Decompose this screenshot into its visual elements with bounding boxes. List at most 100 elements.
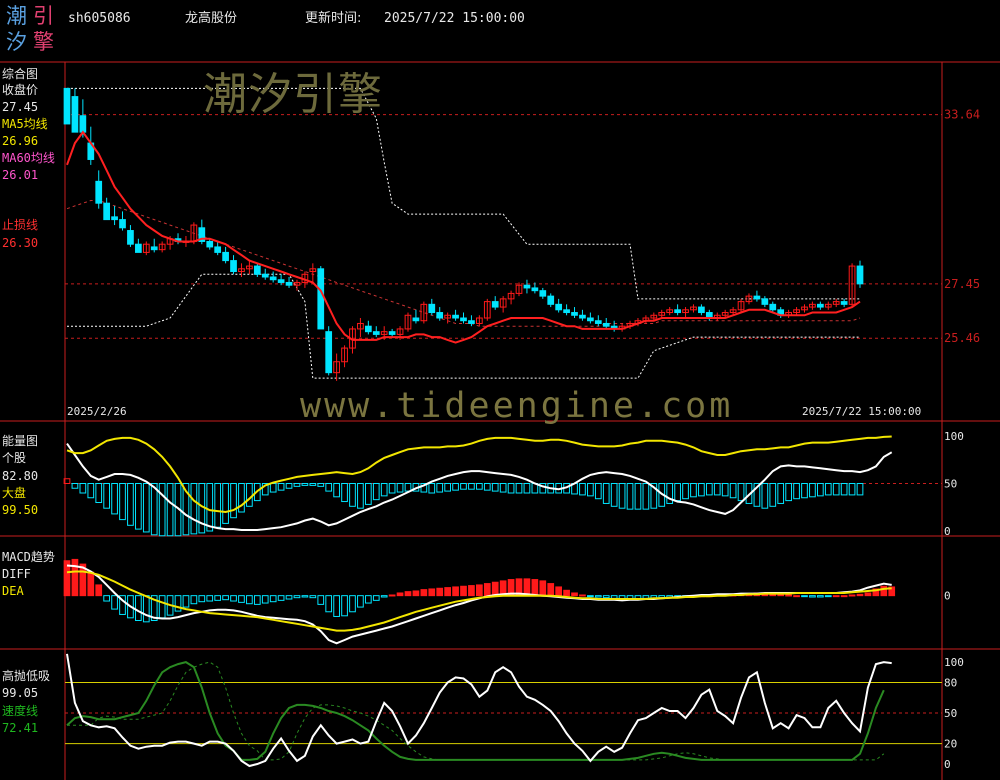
energy-bar <box>95 483 103 503</box>
candle-body <box>753 295 761 300</box>
macd-hist-bar <box>206 595 214 602</box>
candle-body <box>587 317 594 322</box>
candle-body <box>119 219 126 229</box>
candle-body <box>135 243 142 253</box>
energy-bar <box>285 483 293 489</box>
energy-bar <box>277 483 285 491</box>
macd-hist-bar <box>142 595 150 623</box>
main-legend-item: MA5均线 <box>2 117 48 131</box>
macd-hist-bar <box>832 595 840 598</box>
price-level-label: 33.64 <box>944 108 980 122</box>
candle-body <box>150 246 158 251</box>
macd-hist-bar <box>238 595 245 603</box>
energy-tick-label: 100 <box>944 430 964 443</box>
osc-tick-label: 80 <box>944 676 957 689</box>
candle-body <box>372 331 380 335</box>
candle-body <box>206 240 214 248</box>
candle-body <box>523 284 531 289</box>
macd-hist-bar <box>95 584 103 597</box>
macd-hist-bar <box>357 595 364 608</box>
energy-bar <box>158 483 166 537</box>
energy-bar <box>269 483 277 493</box>
macd-hist-bar <box>269 595 277 603</box>
osc-tick-label: 50 <box>944 707 957 720</box>
energy-bar <box>816 483 824 497</box>
candle-body <box>63 87 71 125</box>
macd-hist-bar <box>309 595 317 599</box>
energy-title: 能量图 <box>2 434 39 448</box>
energy-bar <box>483 483 491 491</box>
macd-hist-bar <box>198 595 206 603</box>
macd-hist-bar <box>491 581 499 597</box>
band-upper-line <box>67 87 860 300</box>
energy-bar <box>682 483 689 500</box>
candle-body <box>325 331 333 374</box>
energy-bar <box>222 483 229 524</box>
candle-body <box>460 317 467 322</box>
macd-hist-bar <box>333 595 340 617</box>
macd-hist-bar <box>452 586 459 597</box>
candle-body <box>594 320 602 324</box>
energy-tick-label: 50 <box>944 478 957 491</box>
energy-bar <box>729 483 737 499</box>
main-title: 综合图 <box>2 67 39 81</box>
macd-hist-bar <box>793 595 800 598</box>
macd-hist-bar <box>579 594 586 597</box>
macd-hist-bar <box>182 595 190 608</box>
candle-body <box>436 312 444 319</box>
energy-bar <box>372 483 380 501</box>
candle-body <box>571 312 578 316</box>
energy-bar <box>388 483 396 494</box>
candle-body <box>95 180 103 204</box>
macd-hist-bar <box>816 595 824 598</box>
candle-body <box>285 281 293 286</box>
energy-bar <box>103 483 111 509</box>
macd-hist-bar <box>547 583 555 597</box>
energy-bar <box>832 483 840 496</box>
energy-bar <box>71 483 79 489</box>
energy-bar <box>119 483 126 521</box>
macd-hist-bar <box>277 595 285 601</box>
macd-hist-bar <box>468 585 475 597</box>
energy-bar <box>166 483 174 537</box>
osc-tick-label: 20 <box>944 738 957 751</box>
candle-body <box>698 306 705 314</box>
energy-legend-item: 大盘 <box>2 486 27 500</box>
energy-bar <box>713 483 721 496</box>
energy-bar <box>380 483 388 497</box>
price-level-label: 27.45 <box>944 277 980 291</box>
macd-hist-bar <box>190 595 198 605</box>
macd-hist-bar <box>840 595 848 598</box>
energy-bar <box>761 483 769 509</box>
macd-hist-bar <box>317 595 325 605</box>
main-legend-item: 26.30 <box>2 236 39 250</box>
osc-title: 高抛低吸 <box>2 669 51 683</box>
main-legend-item: MA60均线 <box>2 151 55 165</box>
macd-hist-bar <box>396 592 404 597</box>
macd-hist-bar <box>587 595 594 598</box>
macd-hist-bar <box>246 595 253 605</box>
candle-body <box>388 331 396 335</box>
energy-bar <box>698 483 705 497</box>
energy-tick-label: 0 <box>944 525 951 538</box>
macd-hist-bar <box>285 595 293 600</box>
energy-bar <box>357 483 364 509</box>
candle-body <box>468 320 475 324</box>
energy-bar <box>523 483 531 494</box>
macd-hist-bar <box>571 592 578 597</box>
energy-bar <box>610 483 618 507</box>
energy-legend-item: 99.50 <box>2 503 39 517</box>
macd-hist-bar <box>476 584 483 597</box>
candle-body <box>269 276 277 281</box>
candle-body <box>214 246 222 253</box>
price-level-label: 25.46 <box>944 331 980 345</box>
energy-bar <box>674 483 681 502</box>
candle-body <box>364 325 372 333</box>
macd-legend-item: DIFF <box>2 567 31 581</box>
energy-bar <box>460 483 467 490</box>
energy-bar <box>206 483 214 532</box>
macd-hist-bar <box>610 595 618 599</box>
energy-bar <box>325 483 333 492</box>
macd-hist-bar <box>364 595 372 604</box>
speed-line <box>66 661 885 761</box>
